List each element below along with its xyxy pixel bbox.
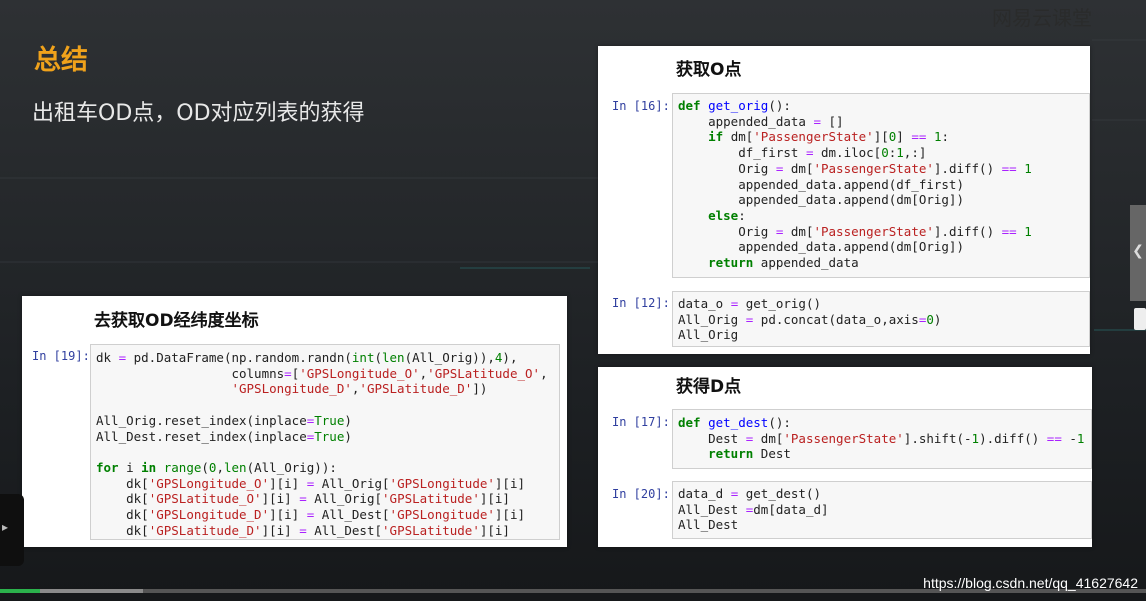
code-line: def get_dest(): <box>678 415 791 430</box>
code-line: data_o = get_orig() <box>678 296 822 311</box>
card-heading: 去获取OD经纬度坐标 <box>94 311 259 331</box>
code-line: dk['GPSLongitude_O'][i] = All_Orig['GPSL… <box>96 475 526 491</box>
code-line: dk['GPSLatitude_O'][i] = All_Orig['GPSLa… <box>96 491 510 507</box>
slide-subtitle: 出租车OD点，OD对应列表的获得 <box>32 101 365 126</box>
code-line: columns=['GPSLongitude_O','GPSLatitude_O… <box>96 365 548 381</box>
cell-prompt: In [16]: <box>612 99 670 113</box>
code-line: All_Orig.reset_index(inplace=True) <box>96 412 352 428</box>
code-line: All_Dest.reset_index(inplace=True) <box>96 428 352 444</box>
code-cell[interactable]: dk = pd.DataFrame(np.random.randn(int(le… <box>90 344 560 540</box>
source-url-watermark: https://blog.csdn.net/qq_41627642 <box>923 575 1138 591</box>
code-line: dk = pd.DataFrame(np.random.randn(int(le… <box>96 350 518 365</box>
code-line: All_Orig <box>678 327 739 343</box>
code-line: data_d = get_dest() <box>678 486 822 501</box>
code-line: Orig = dm['PassengerState'].diff() == 1 <box>678 223 1032 239</box>
get-destination-card: 获得D点 In [17]: def get_dest(): Dest = dm[… <box>598 367 1092 547</box>
code-line: return appended_data <box>708 255 859 270</box>
card-heading: 获得D点 <box>676 377 742 397</box>
video-progress-fill[interactable] <box>0 589 41 593</box>
card-heading: 获取O点 <box>676 60 742 80</box>
code-line: All_Dest =dm[data_d] <box>678 501 829 517</box>
cell-prompt: In [20]: <box>612 487 670 501</box>
bookmark-icon[interactable] <box>1134 308 1146 330</box>
code-line: for i in range(0,len(All_Orig)): <box>96 459 337 475</box>
code-line: All_Orig = pd.concat(data_o,axis=0) <box>678 311 942 327</box>
code-line: 'GPSLongitude_D','GPSLatitude_D']) <box>231 381 488 397</box>
code-cell[interactable]: data_o = get_orig() All_Orig = pd.concat(… <box>672 291 1090 347</box>
code-cell[interactable]: def get_dest(): Dest = dm['PassengerStat… <box>672 409 1092 469</box>
cell-prompt: In [12]: <box>612 296 670 310</box>
code-line: appended_data = [] <box>678 113 844 129</box>
code-line: dk['GPSLongitude_D'][i] = All_Dest['GPSL… <box>96 507 526 522</box>
cell-prompt: In [19]: <box>32 349 90 363</box>
code-line: else: <box>708 207 746 223</box>
code-line: All_Dest <box>678 517 739 533</box>
code-line: Dest = dm['PassengerState'].shift(-1).di… <box>678 430 1085 446</box>
site-watermark: 网易云课堂 <box>992 6 1092 30</box>
code-line: def get_orig(): <box>678 98 791 113</box>
code-line: appended_data.append(df_first) <box>678 176 964 192</box>
code-line: Orig = dm['PassengerState'].diff() == 1 <box>678 160 1032 176</box>
od-coordinates-card: 去获取OD经纬度坐标 In [19]: dk = pd.DataFrame(np… <box>22 296 567 547</box>
chevron-right-icon[interactable]: ▸ <box>2 520 8 534</box>
chevron-left-icon[interactable]: ❮ <box>1131 240 1145 262</box>
cell-prompt: In [17]: <box>612 415 670 429</box>
code-cell[interactable]: data_d = get_dest() All_Dest =dm[data_d] A… <box>672 481 1092 539</box>
code-line: if dm['PassengerState'][0] == 1: <box>708 129 950 145</box>
code-line: return Dest <box>708 446 791 462</box>
code-cell[interactable]: def get_orig(): appended_data = [] if dm… <box>672 93 1090 278</box>
get-origin-card: 获取O点 In [16]: def get_orig(): appended_d… <box>598 46 1090 354</box>
code-line: dk['GPSLatitude_D'][i] = All_Dest['GPSLa… <box>96 522 510 538</box>
code-line: df_first = dm.iloc[0:1,:] <box>678 145 927 161</box>
slide-title: 总结 <box>34 45 88 76</box>
code-line: appended_data.append(dm[Orig]) <box>678 192 964 208</box>
code-line: appended_data.append(dm[Orig]) <box>678 239 964 255</box>
